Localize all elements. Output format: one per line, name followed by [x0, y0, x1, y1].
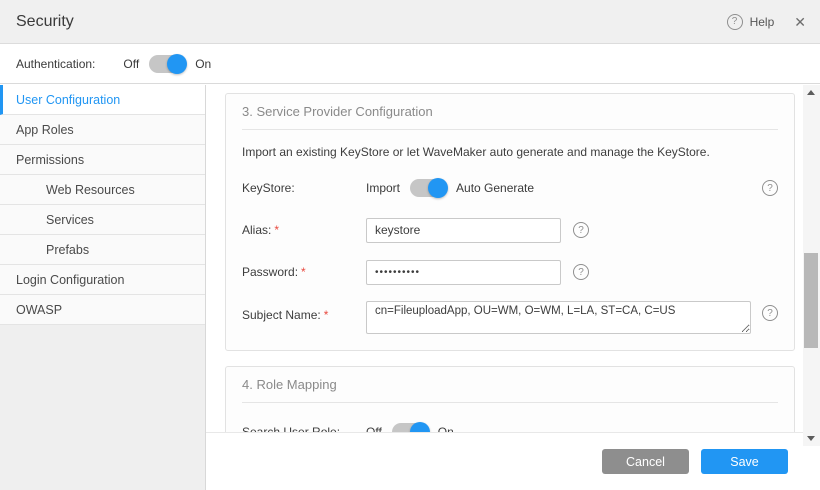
scroll-down-arrow-icon[interactable] [807, 436, 815, 441]
service-provider-section: 3. Service Provider Configuration Import… [225, 93, 795, 351]
authentication-off-label: Off [123, 57, 139, 71]
alias-label-text: Alias: [242, 223, 271, 237]
required-asterisk: * [324, 308, 329, 322]
sidebar-item-owasp[interactable]: OWASP [0, 295, 205, 325]
dialog-footer: Cancel Save [206, 432, 803, 490]
sidebar-item-services[interactable]: Services [0, 205, 205, 235]
cancel-button[interactable]: Cancel [602, 449, 689, 474]
close-icon[interactable]: ✕ [794, 15, 806, 29]
scroll-up-arrow-icon[interactable] [807, 90, 815, 95]
role-mapping-title: 4. Role Mapping [242, 377, 778, 392]
main-panel: 3. Service Provider Configuration Import… [206, 85, 820, 490]
alias-label: Alias:* [242, 223, 366, 237]
search-user-role-row: Search User Role: Off On [242, 419, 778, 432]
search-user-role-on-label: On [438, 425, 454, 432]
help-icon[interactable]: ? [727, 14, 743, 30]
password-input[interactable] [366, 260, 561, 285]
authentication-on-label: On [195, 57, 211, 71]
password-help-icon[interactable]: ? [573, 264, 589, 280]
scrollbar[interactable] [803, 85, 820, 446]
toggle-knob [410, 422, 430, 432]
required-asterisk: * [274, 223, 279, 237]
authentication-toggle[interactable] [149, 55, 185, 73]
sidebar-item-prefabs[interactable]: Prefabs [0, 235, 205, 265]
page-title: Security [16, 13, 74, 31]
security-dialog: Security ? Help ✕ Authentication: Off On… [0, 0, 820, 490]
password-label-text: Password: [242, 265, 298, 279]
alias-row: Alias:* ? [242, 217, 778, 243]
keystore-row: KeyStore: Import Auto Generate ? [242, 175, 778, 201]
required-asterisk: * [301, 265, 306, 279]
help-label[interactable]: Help [750, 15, 775, 29]
toggle-knob [167, 54, 187, 74]
keystore-toggle[interactable] [410, 179, 446, 197]
subject-name-row: Subject Name:* cn=FileuploadApp, OU=WM, … [242, 301, 778, 334]
scroll-content: 3. Service Provider Configuration Import… [206, 85, 803, 432]
authentication-row: Authentication: Off On [0, 44, 820, 84]
keystore-autogenerate-label: Auto Generate [456, 181, 534, 195]
sidebar-item-permissions[interactable]: Permissions [0, 145, 205, 175]
header-actions: ? Help ✕ [727, 14, 806, 30]
alias-input[interactable] [366, 218, 561, 243]
password-row: Password:* ? [242, 259, 778, 285]
sidebar-item-user-configuration[interactable]: User Configuration [0, 85, 205, 115]
search-user-role-toggle[interactable] [392, 423, 428, 432]
subject-name-help-icon[interactable]: ? [762, 305, 778, 321]
dialog-header: Security ? Help ✕ [0, 0, 820, 44]
search-user-role-label: Search User Role: [242, 425, 366, 432]
dialog-body: User Configuration App Roles Permissions… [0, 85, 820, 490]
search-user-role-off-label: Off [366, 425, 382, 432]
keystore-help-icon[interactable]: ? [762, 180, 778, 196]
authentication-label: Authentication: [16, 57, 95, 71]
keystore-label: KeyStore: [242, 181, 366, 195]
save-button[interactable]: Save [701, 449, 788, 474]
section-description: Import an existing KeyStore or let WaveM… [242, 145, 778, 159]
sidebar: User Configuration App Roles Permissions… [0, 85, 206, 490]
section-title: 3. Service Provider Configuration [242, 104, 778, 119]
subject-name-label: Subject Name:* [242, 308, 366, 322]
authentication-toggle-group: Off On [123, 55, 211, 73]
password-label: Password:* [242, 265, 366, 279]
sidebar-item-app-roles[interactable]: App Roles [0, 115, 205, 145]
role-mapping-divider [242, 402, 778, 403]
section-divider [242, 129, 778, 130]
sidebar-item-web-resources[interactable]: Web Resources [0, 175, 205, 205]
role-mapping-section: 4. Role Mapping Search User Role: Off On [225, 366, 795, 432]
subject-name-textarea[interactable]: cn=FileuploadApp, OU=WM, O=WM, L=LA, ST=… [366, 301, 751, 334]
alias-help-icon[interactable]: ? [573, 222, 589, 238]
keystore-import-label: Import [366, 181, 400, 195]
subject-name-label-text: Subject Name: [242, 308, 321, 322]
scroll-thumb[interactable] [804, 253, 818, 348]
sidebar-item-login-configuration[interactable]: Login Configuration [0, 265, 205, 295]
toggle-knob [428, 178, 448, 198]
